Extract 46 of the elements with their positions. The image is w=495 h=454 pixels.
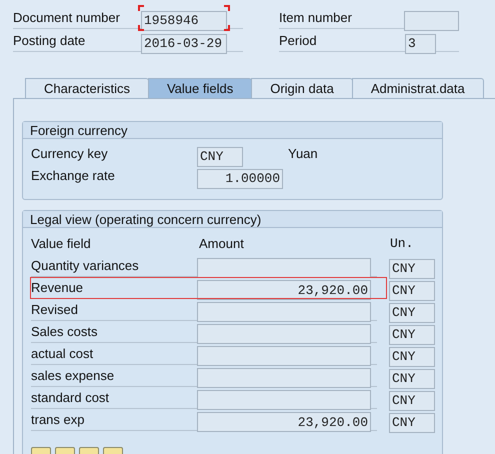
- field-label: Posting date: [13, 32, 86, 50]
- unit-field[interactable]: CNY: [389, 346, 435, 366]
- input-field[interactable]: 1958946: [141, 10, 227, 30]
- input-field[interactable]: CNY: [197, 146, 243, 166]
- group-title: Legal view (operating concern currency): [23, 211, 442, 228]
- amount-field[interactable]: [197, 258, 371, 278]
- unit-field[interactable]: CNY: [389, 412, 435, 432]
- amount-field[interactable]: [197, 324, 371, 344]
- input-field[interactable]: 1.00000: [197, 168, 283, 188]
- field-label: Exchange rate: [31, 167, 116, 186]
- currency-description: Yuan: [288, 145, 318, 164]
- input-field[interactable]: [404, 10, 459, 30]
- input-field[interactable]: 2016-03-29: [141, 34, 227, 54]
- group-title: Foreign currency: [23, 122, 442, 139]
- amount-field[interactable]: 23,920.00: [197, 280, 371, 300]
- tab[interactable]: Value fields: [148, 78, 252, 98]
- amount-field[interactable]: [197, 368, 371, 388]
- value-field-label: sales expense: [31, 366, 116, 385]
- value-field-label: actual cost: [31, 344, 94, 363]
- field-label: Period: [279, 32, 318, 50]
- tab[interactable]: Origin data: [251, 78, 353, 98]
- value-field-label: standard cost: [31, 388, 110, 407]
- amount-field[interactable]: [197, 390, 371, 410]
- value-field-label: Revenue: [31, 278, 84, 297]
- column-header: Amount: [199, 235, 245, 254]
- unit-field[interactable]: CNY: [389, 324, 435, 344]
- unit-field[interactable]: CNY: [389, 280, 435, 300]
- unit-field[interactable]: CNY: [389, 390, 435, 410]
- value-field-label: Revised: [31, 300, 79, 319]
- column-header: Value field: [31, 235, 92, 254]
- value-field-label: Sales costs: [31, 322, 98, 341]
- tab[interactable]: Characteristics: [25, 78, 149, 98]
- amount-field[interactable]: [197, 346, 371, 366]
- unit-field[interactable]: CNY: [389, 258, 435, 278]
- amount-field[interactable]: [197, 302, 371, 322]
- input-field[interactable]: 3: [405, 34, 436, 54]
- field-label: Document number: [13, 9, 121, 28]
- value-field-label: trans exp: [31, 410, 86, 429]
- unit-field[interactable]: CNY: [389, 368, 435, 388]
- field-label: Item number: [279, 9, 353, 28]
- amount-field[interactable]: 23,920.00: [197, 412, 371, 432]
- unit-field[interactable]: CNY: [389, 302, 435, 322]
- column-header: Un.: [390, 235, 414, 254]
- field-label: Currency key: [31, 145, 109, 164]
- value-field-label: Quantity variances: [31, 256, 140, 275]
- tab[interactable]: Administrat.data: [352, 78, 484, 98]
